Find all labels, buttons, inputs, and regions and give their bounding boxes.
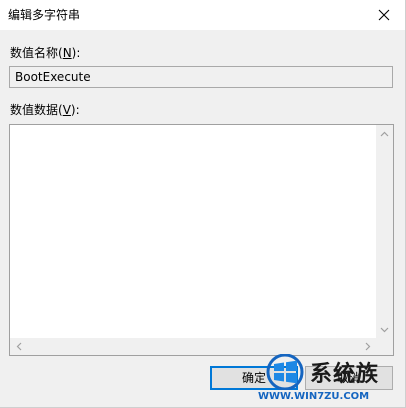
vertical-scrollbar[interactable] — [376, 125, 393, 338]
value-name-label: 数值名称(N): — [10, 46, 81, 60]
scroll-up-button[interactable] — [376, 125, 393, 142]
value-name-text: BootExecute — [15, 70, 91, 84]
watermark: 系统族 WWW.WIN7ZU.COM — [258, 346, 405, 407]
dialog-title: 编辑多字符串 — [8, 8, 81, 22]
value-data-textarea[interactable] — [9, 124, 394, 356]
scroll-left-button[interactable] — [10, 338, 27, 355]
watermark-brand: 系统族 — [310, 362, 380, 387]
watermark-url: WWW.WIN7ZU.COM — [258, 391, 370, 402]
edit-multi-string-dialog: 编辑多字符串 数值名称(N): BootExecute 数值数据(V): 确定 … — [0, 0, 406, 408]
chevron-up-icon — [380, 131, 389, 136]
windows-logo-icon — [266, 354, 304, 390]
value-name-field[interactable]: BootExecute — [9, 66, 393, 88]
value-data-label: 数值数据(V): — [10, 103, 80, 117]
scroll-down-button[interactable] — [376, 321, 393, 338]
close-button[interactable] — [369, 0, 399, 30]
close-icon — [378, 9, 390, 21]
chevron-left-icon — [16, 342, 21, 351]
title-bar[interactable]: 编辑多字符串 — [0, 0, 405, 30]
chevron-down-icon — [380, 327, 389, 332]
